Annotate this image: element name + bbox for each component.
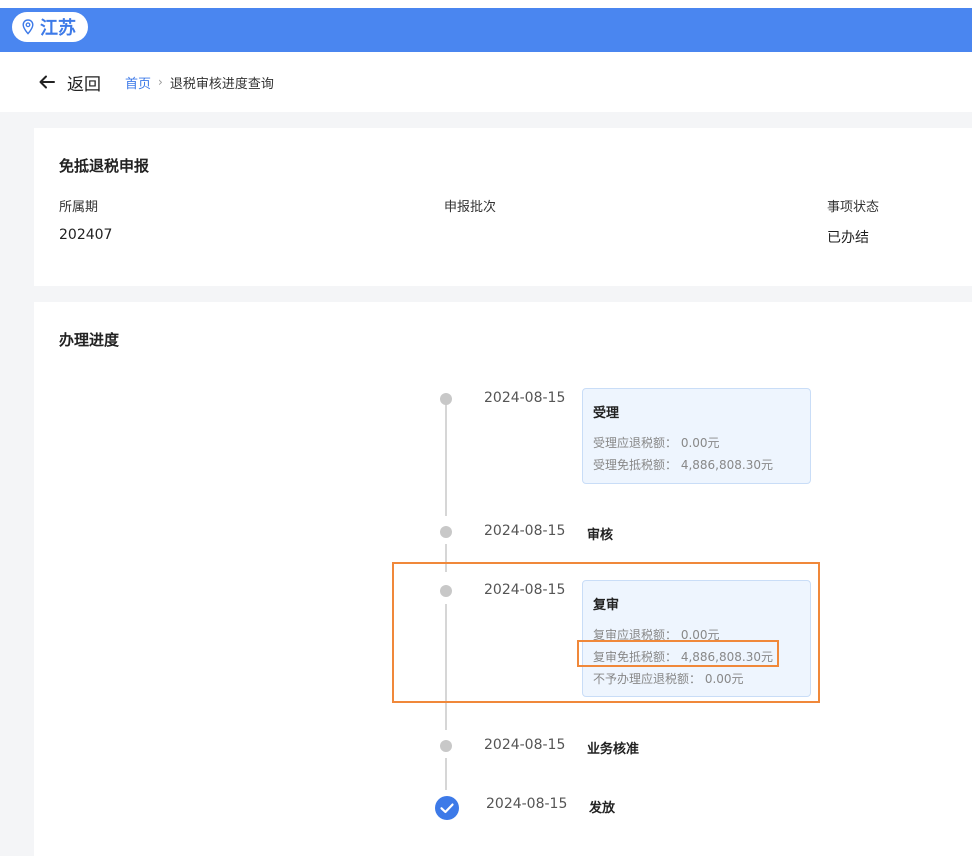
- timeline-dot: [440, 585, 452, 597]
- step-detail-line: 复审应退税额： 0.00元: [593, 628, 720, 642]
- step-title: 审核: [587, 528, 614, 543]
- location-pin-icon: [22, 19, 34, 35]
- timeline-connector: [445, 604, 447, 730]
- progress-title: 办理进度: [59, 331, 120, 349]
- step-detail-line: 不予办理应退税额： 0.00元: [593, 672, 744, 686]
- breadcrumb: 首页 › 退税审核进度查询: [125, 73, 274, 92]
- breadcrumb-home-link[interactable]: 首页: [125, 73, 151, 92]
- status-value: 已办结: [827, 230, 869, 246]
- step-title: 业务核准: [587, 742, 640, 757]
- declaration-card: 免抵退税申报 所属期 202407 申报批次 事项状态 已办结: [34, 128, 972, 286]
- step-title: 发放: [589, 801, 616, 816]
- step-date: 2024-08-15: [486, 796, 568, 812]
- step-detail-line: 复审免抵税额： 4,886,808.30元: [593, 650, 773, 664]
- progress-card: 办理进度: [34, 302, 972, 856]
- check-circle-icon: [435, 796, 459, 820]
- province-name: 江苏: [40, 18, 76, 39]
- timeline-connector: [445, 404, 447, 516]
- timeline-connector: [445, 758, 447, 790]
- timeline-dot: [440, 740, 452, 752]
- back-label: 返回: [67, 74, 101, 95]
- step-detail-line: 受理应退税额： 0.00元: [593, 436, 720, 450]
- batch-label: 申报批次: [444, 200, 497, 215]
- status-label: 事项状态: [827, 200, 880, 215]
- step-title: 受理: [593, 406, 620, 421]
- step-detail-box: 复审 复审应退税额： 0.00元 复审免抵税额： 4,886,808.30元 不…: [582, 580, 811, 697]
- declaration-title: 免抵退税申报: [59, 157, 150, 175]
- nav-bar: 返回 首页 › 退税审核进度查询: [0, 52, 972, 112]
- back-button[interactable]: 返回: [38, 70, 101, 95]
- top-bar: 江苏: [0, 8, 972, 52]
- period-label: 所属期: [59, 200, 99, 215]
- step-detail-box: 受理 受理应退税额： 0.00元 受理免抵税额： 4,886,808.30元: [582, 388, 811, 484]
- timeline-connector: [445, 544, 447, 572]
- arrow-left-icon: [39, 75, 55, 89]
- timeline-dot: [440, 526, 452, 538]
- breadcrumb-current: 退税审核进度查询: [169, 76, 274, 92]
- province-selector[interactable]: 江苏: [12, 12, 88, 42]
- step-date: 2024-08-15: [484, 390, 566, 406]
- period-value: 202407: [59, 227, 113, 243]
- step-date: 2024-08-15: [484, 737, 566, 753]
- step-date: 2024-08-15: [484, 582, 566, 598]
- step-date: 2024-08-15: [484, 523, 566, 539]
- step-detail-line: 受理免抵税额： 4,886,808.30元: [593, 458, 773, 472]
- timeline-dot: [440, 393, 452, 405]
- step-title: 复审: [593, 598, 620, 613]
- breadcrumb-separator-icon: ›: [158, 75, 163, 89]
